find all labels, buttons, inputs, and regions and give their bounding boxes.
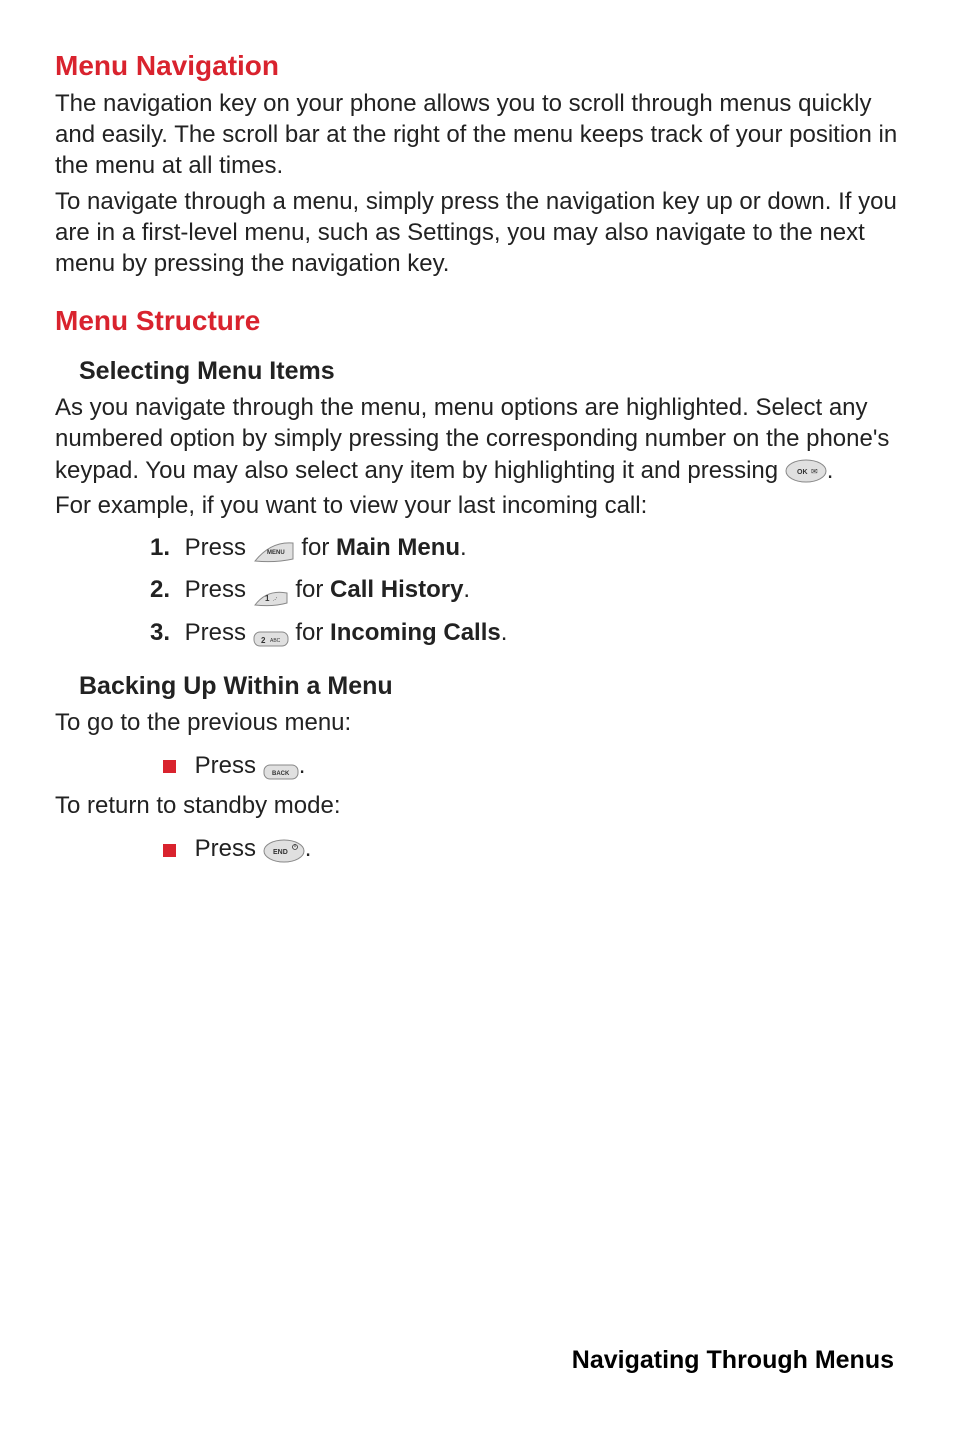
list-item: Press BACK .: [163, 748, 899, 784]
item-post-text: for: [295, 576, 330, 603]
period: .: [305, 835, 312, 862]
subheading-backing-up: Backing Up Within a Menu: [79, 672, 899, 701]
menu-key-icon: MENU: [253, 537, 295, 561]
item-pre-text: Press: [185, 534, 253, 561]
item-end-text: .: [463, 576, 470, 603]
item-bold-text: Incoming Calls: [330, 619, 501, 646]
paragraph-nav-intro: The navigation key on your phone allows …: [55, 88, 899, 182]
svg-text:1: 1: [265, 594, 270, 603]
period: .: [827, 457, 834, 484]
item-pre-text: Press: [195, 752, 263, 779]
one-key-icon: 1 .-': [253, 581, 289, 601]
svg-text:.-': .-': [273, 597, 277, 603]
bullet-list-back: Press BACK .: [163, 748, 899, 784]
paragraph-example-intro: For example, if you want to view your la…: [55, 490, 899, 521]
item-pre-text: Press: [185, 619, 253, 646]
paragraph-back-prev: To go to the previous menu:: [55, 707, 899, 738]
svg-text:2: 2: [261, 636, 266, 645]
svg-text:BACK: BACK: [272, 771, 290, 777]
svg-text:OK: OK: [797, 469, 808, 476]
item-end-text: .: [501, 619, 508, 646]
item-post-text: for: [295, 619, 330, 646]
page-footer-title: Navigating Through Menus: [572, 1346, 894, 1375]
item-bold-text: Main Menu: [336, 534, 460, 561]
bullet-list-end: Press END .: [163, 831, 899, 867]
item-post-text: for: [301, 534, 336, 561]
list-item: Press END .: [163, 831, 899, 867]
paragraph-back-standby: To return to standby mode:: [55, 790, 899, 821]
bullet-icon: [163, 760, 176, 773]
item-pre-text: Press: [195, 835, 263, 862]
period: .: [299, 752, 306, 779]
heading-menu-navigation: Menu Navigation: [55, 50, 899, 82]
paragraph-nav-howto: To navigate through a menu, simply press…: [55, 186, 899, 280]
ordered-list-steps: 1. Press MENU for Main Menu. 2. Press 1 …: [150, 529, 899, 652]
svg-text:ABC: ABC: [270, 638, 281, 644]
item-pre-text: Press: [185, 576, 253, 603]
paragraph-select-intro: As you navigate through the menu, menu o…: [55, 392, 899, 486]
svg-text:✉: ✉: [811, 467, 818, 476]
item-bold-text: Call History: [330, 576, 463, 603]
ok-key-icon: OK ✉: [785, 459, 827, 483]
end-key-icon: END: [263, 838, 305, 862]
two-key-icon: 2 ABC: [253, 623, 289, 643]
bullet-icon: [163, 844, 176, 857]
list-item: 3. Press 2 ABC for Incoming Calls.: [150, 614, 899, 652]
back-key-icon: BACK: [263, 757, 299, 777]
svg-text:END: END: [273, 849, 288, 856]
list-item: 2. Press 1 .-' for Call History.: [150, 571, 899, 609]
subheading-selecting-items: Selecting Menu Items: [79, 357, 899, 386]
list-item: 1. Press MENU for Main Menu.: [150, 529, 899, 567]
item-number: 2.: [150, 571, 178, 609]
heading-menu-structure: Menu Structure: [55, 305, 899, 337]
svg-text:MENU: MENU: [267, 550, 285, 556]
item-number: 3.: [150, 614, 178, 652]
item-end-text: .: [460, 534, 467, 561]
paragraph-select-text: As you navigate through the menu, menu o…: [55, 394, 889, 483]
item-number: 1.: [150, 529, 178, 567]
